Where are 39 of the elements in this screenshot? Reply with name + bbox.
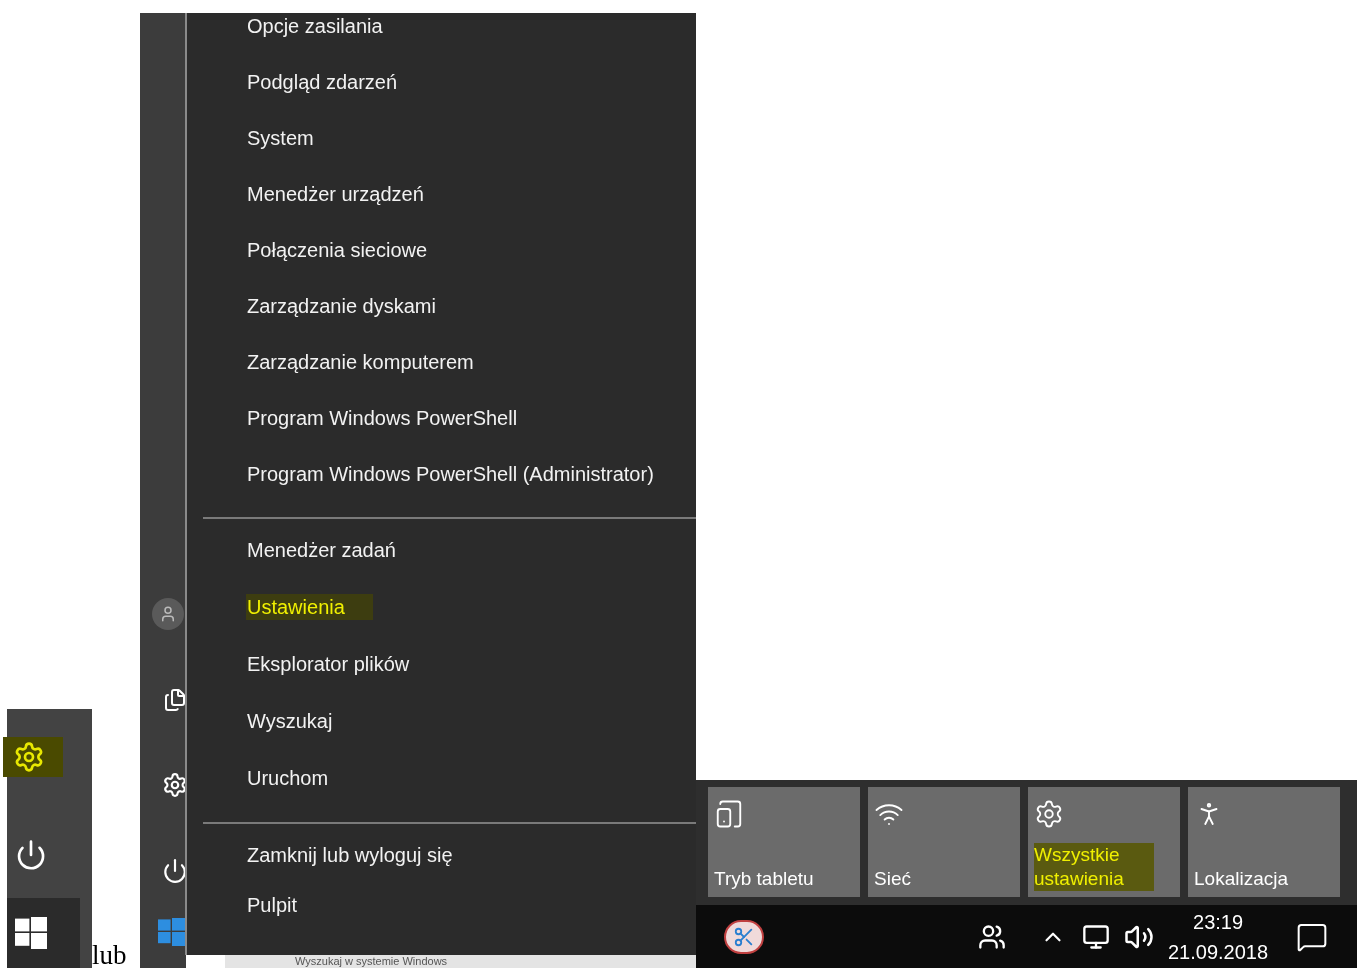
network-icon[interactable] xyxy=(1082,922,1110,951)
menu-item[interactable]: Podgląd zdarzeń xyxy=(187,69,696,125)
menu-item[interactable]: Uruchom xyxy=(203,765,696,822)
quick-action-tile[interactable]: Lokalizacja xyxy=(1188,787,1340,897)
user-avatar[interactable] xyxy=(152,598,184,630)
menu-item[interactable]: Ustawienia xyxy=(203,594,696,651)
quick-action-tile[interactable]: Sieć xyxy=(868,787,1020,897)
menu-item[interactable]: Program Windows PowerShell xyxy=(187,405,696,461)
menu-item[interactable]: Wyszukaj xyxy=(203,708,696,765)
menu-item[interactable]: Menedżer zadań xyxy=(203,537,696,594)
tablet-icon xyxy=(714,799,744,829)
clock-time: 23:19 xyxy=(1193,909,1244,935)
menu-item[interactable]: Menedżer urządzeń xyxy=(187,181,696,237)
documents-icon[interactable] xyxy=(163,688,187,712)
people-icon[interactable] xyxy=(978,922,1006,951)
menu-item[interactable]: Opcje zasilania xyxy=(187,13,696,69)
search-box[interactable]: Wyszukaj w systemie Windows xyxy=(225,955,696,968)
quick-action-tile[interactable]: Wszystkie ustawienia xyxy=(1028,787,1180,897)
settings-icon[interactable] xyxy=(162,772,188,798)
menu-item[interactable]: Pulpit xyxy=(203,892,696,942)
menu-item[interactable]: Połączenia sieciowe xyxy=(187,237,696,293)
menu-item[interactable]: Program Windows PowerShell (Administrator) xyxy=(187,461,696,517)
connector-text: lub xyxy=(92,940,127,968)
clock-date: 21.09.2018 xyxy=(1168,939,1269,965)
menu-item[interactable]: System xyxy=(187,125,696,181)
search-placeholder: Wyszukaj w systemie Windows xyxy=(295,955,449,968)
power-icon[interactable] xyxy=(162,858,188,884)
quick-action-tile[interactable]: Tryb tabletu xyxy=(708,787,860,897)
menu-item[interactable]: Zamknij lub wyloguj się xyxy=(203,842,696,892)
scissors-icon[interactable] xyxy=(724,919,764,954)
menu-item[interactable]: Eksplorator plików xyxy=(203,651,696,708)
clock[interactable]: 23:19 21.09.2018 xyxy=(1168,906,1269,967)
windows-logo-icon[interactable] xyxy=(15,917,47,949)
menu-item[interactable]: Zarządzanie komputerem xyxy=(187,349,696,405)
power-icon[interactable] xyxy=(15,839,47,871)
menu-item[interactable]: Zarządzanie dyskami xyxy=(187,293,696,349)
settings-icon xyxy=(1034,799,1064,829)
start-button[interactable] xyxy=(7,898,80,968)
settings-icon[interactable] xyxy=(13,741,45,773)
